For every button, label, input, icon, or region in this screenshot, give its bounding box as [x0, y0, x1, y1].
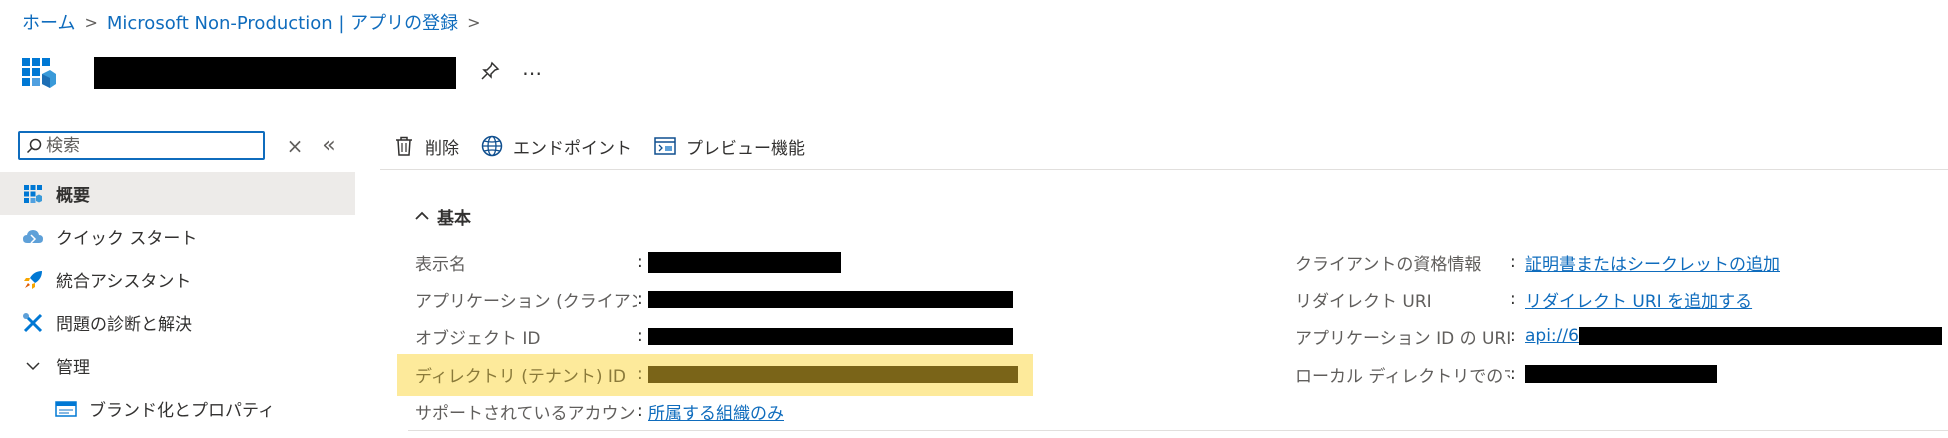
chevron-down-icon: [22, 355, 44, 377]
nav-item-label: ブランド化とプロパティ: [89, 401, 275, 421]
add-certificate-secret-link[interactable]: 証明書またはシークレットの追加: [1525, 250, 1780, 275]
delete-button[interactable]: 削除: [393, 134, 459, 159]
command-bar: 削除 エンドポイント プレビュー機能: [393, 126, 827, 166]
globe-icon: [481, 135, 503, 157]
field-colon: :: [1510, 252, 1516, 272]
field-value-redacted: [648, 327, 1013, 345]
essentials-header-label: 基本: [437, 209, 471, 229]
field-value-redacted: [648, 251, 841, 273]
preview-features-button[interactable]: プレビュー機能: [654, 134, 805, 159]
field-client-id: アプリケーション (クライアント… :: [415, 284, 1013, 314]
endpoints-button[interactable]: エンドポイント: [481, 134, 632, 159]
field-label: オブジェクト ID: [415, 328, 541, 349]
app-registration-icon: [22, 58, 56, 88]
tools-icon: [22, 312, 44, 334]
delete-label: 削除: [425, 138, 459, 159]
field-value-redacted: [648, 365, 1018, 383]
nav-item-label: 概要: [56, 186, 90, 206]
nav-search-input[interactable]: [46, 135, 246, 156]
nav-item-overview[interactable]: 概要: [0, 172, 355, 215]
field-display-name: 表示名 :: [415, 247, 841, 277]
field-redirect-uri: リダイレクト URI : リダイレクト URI を追加する: [1295, 284, 1752, 314]
field-label: リダイレクト URI: [1295, 291, 1432, 312]
field-colon: :: [637, 289, 643, 309]
clear-search-button[interactable]: ×: [283, 134, 307, 158]
cloud-icon: [22, 226, 44, 248]
nav-search-row: × «: [18, 131, 341, 160]
chevron-up-icon: [415, 206, 429, 227]
field-label: アプリケーション ID の URI: [1295, 328, 1510, 349]
rocket-icon: [22, 269, 44, 291]
branding-icon: [55, 398, 77, 420]
field-object-id: オブジェクト ID :: [415, 321, 1013, 351]
more-options-button[interactable]: ⋯: [522, 61, 542, 85]
field-colon: :: [1510, 289, 1516, 309]
field-label: ローカル ディレクトリでのマネ…: [1295, 366, 1510, 387]
nav-group-label: 管理: [56, 358, 90, 378]
field-tenant-id: ディレクトリ (テナント) ID :: [415, 359, 1018, 389]
grid-icon: [22, 183, 44, 205]
endpoints-label: エンドポイント: [513, 138, 632, 159]
field-label: サポートされているアカウント…: [415, 403, 637, 424]
breadcrumb-separator: >: [84, 12, 98, 32]
trash-icon: [393, 135, 415, 157]
nav-item-label: 統合アシスタント: [56, 272, 192, 292]
nav-group-manage[interactable]: 管理: [0, 344, 355, 387]
field-colon: :: [1510, 326, 1516, 346]
add-redirect-uri-link[interactable]: リダイレクト URI を追加する: [1525, 287, 1752, 312]
field-app-id-uri: アプリケーション ID の URI : api://6: [1295, 321, 1942, 351]
nav-item-quickstart[interactable]: クイック スタート: [0, 215, 355, 258]
preview-features-icon: [654, 135, 676, 157]
toolbar-divider: [380, 169, 1948, 170]
supported-accounts-link[interactable]: 所属する組織のみ: [648, 399, 784, 424]
breadcrumb-app-registrations[interactable]: Microsoft Non-Production | アプリの登録: [107, 9, 458, 35]
field-colon: :: [1510, 364, 1516, 384]
page-header: ⋯: [22, 50, 542, 96]
managed-app-link-redacted[interactable]: [1525, 365, 1717, 383]
preview-features-label: プレビュー機能: [686, 138, 805, 159]
field-colon: :: [637, 401, 643, 421]
field-managed-app: ローカル ディレクトリでのマネ… :: [1295, 359, 1717, 389]
essentials-toggle[interactable]: 基本: [415, 204, 471, 229]
field-label: 表示名: [415, 254, 466, 275]
left-nav: 概要 クイック スタート 統合アシスタント 問題の診断と解決 管理 ブランド化と…: [0, 172, 355, 430]
field-colon: :: [637, 364, 643, 384]
field-colon: :: [637, 326, 643, 346]
search-icon: [26, 138, 42, 153]
field-label: アプリケーション (クライアント…: [415, 291, 637, 312]
field-label: ディレクトリ (テナント) ID: [415, 366, 626, 387]
collapse-nav-button[interactable]: «: [317, 133, 341, 158]
field-colon: :: [637, 252, 643, 272]
essentials-divider: [408, 430, 1948, 431]
nav-item-branding[interactable]: ブランド化とプロパティ: [0, 387, 355, 430]
pin-icon[interactable]: [480, 61, 500, 86]
breadcrumb: ホーム > Microsoft Non-Production | アプリの登録 …: [22, 8, 490, 36]
field-value-redacted: [1578, 327, 1942, 345]
nav-item-label: 問題の診断と解決: [56, 315, 192, 335]
nav-item-diagnose[interactable]: 問題の診断と解決: [0, 301, 355, 344]
breadcrumb-separator: >: [467, 12, 481, 32]
field-label: クライアントの資格情報: [1295, 254, 1482, 275]
breadcrumb-home[interactable]: ホーム: [22, 9, 75, 35]
field-client-credentials: クライアントの資格情報 : 証明書またはシークレットの追加: [1295, 247, 1780, 277]
field-supported-accounts: サポートされているアカウント… : 所属する組織のみ: [415, 396, 784, 426]
nav-item-integration-assistant[interactable]: 統合アシスタント: [0, 258, 355, 301]
field-value-redacted: [648, 290, 1013, 308]
nav-item-label: クイック スタート: [56, 229, 198, 249]
app-title-redacted: [94, 57, 456, 89]
app-id-uri-link[interactable]: api://6: [1525, 326, 1579, 346]
nav-search-box: [18, 131, 265, 160]
